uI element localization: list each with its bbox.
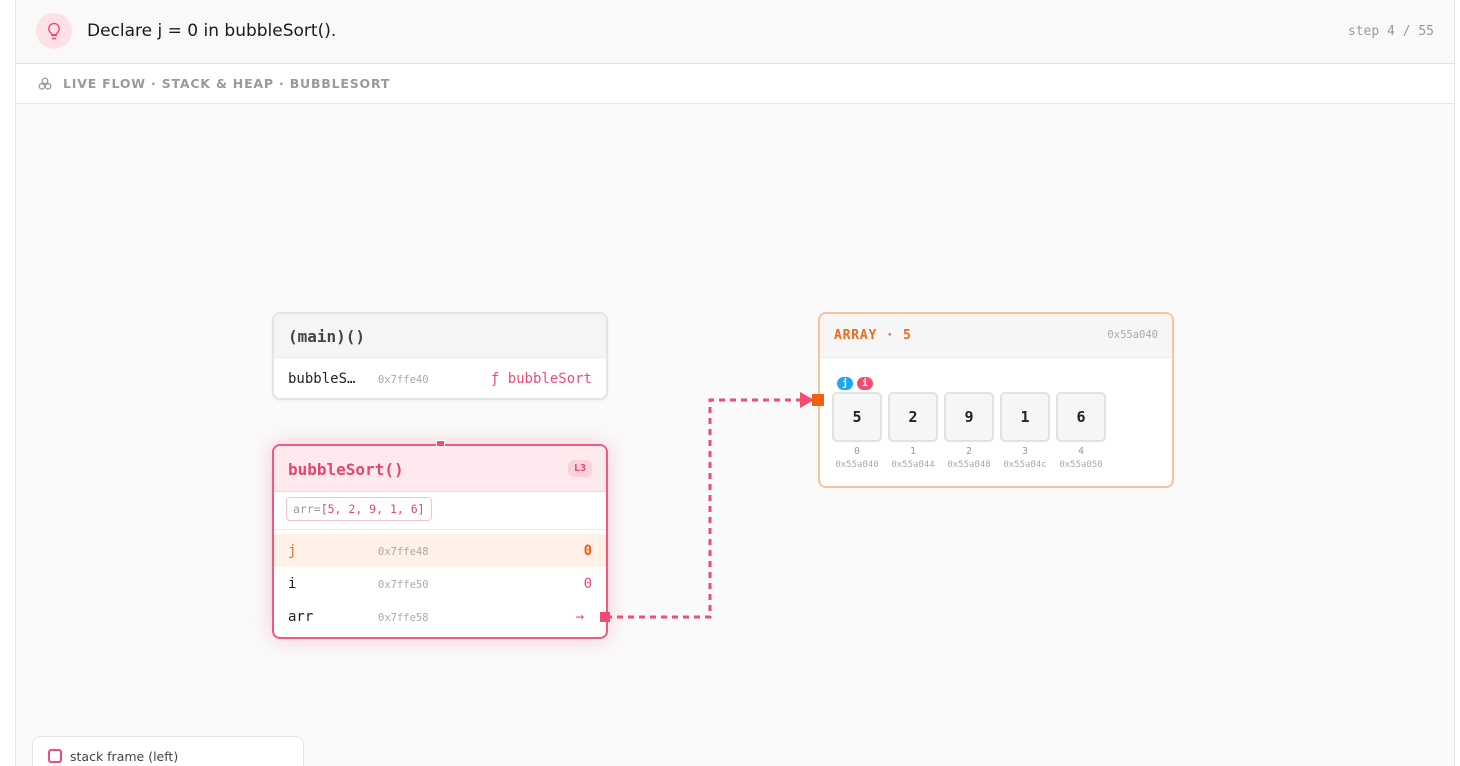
cell-index: 1 <box>909 446 917 457</box>
pointer-arrow-glyph: → <box>575 609 584 625</box>
cell-address: 0x55a044 <box>891 460 935 470</box>
array-address: 0x55a040 <box>1107 329 1158 341</box>
heap-array-object[interactable]: ARRAY · 5 0x55a040 j i 5 0 0x55a040 2 1 … <box>818 312 1174 488</box>
step-description: Declare j = 0 in bubbleSort(). <box>87 21 337 41</box>
pointer-target-handle[interactable] <box>812 394 824 406</box>
pointer-badges: j i <box>837 377 874 390</box>
legend: stack frame (left) <box>32 736 304 766</box>
variable-row[interactable]: bubbleS… 0x7ffe40 ƒ bubbleSort <box>274 362 606 395</box>
variable-row-arr[interactable]: arr 0x7ffe58 → <box>274 600 606 633</box>
variable-address: 0x7ffe48 <box>378 546 429 558</box>
variable-row-i[interactable]: i 0x7ffe50 0 <box>274 567 606 600</box>
array-title: ARRAY · 5 <box>834 328 912 343</box>
flow-canvas[interactable]: (main)() bubbleS… 0x7ffe40 ƒ bubbleSort … <box>16 104 1454 766</box>
cell-index: 0 <box>853 446 861 457</box>
variable-value: 0 <box>583 576 592 592</box>
arg-name: arr= <box>293 502 321 516</box>
frame-header: bubbleSort() L3 <box>274 446 606 492</box>
variable-row-j[interactable]: j 0x7ffe48 0 <box>274 534 606 567</box>
arg-chip: arr=[5, 2, 9, 1, 6] <box>286 497 432 521</box>
variable-value: ƒ bubbleSort <box>490 371 592 387</box>
main-stack-frame[interactable]: (main)() bubbleS… 0x7ffe40 ƒ bubbleSort <box>272 312 608 400</box>
array-cell[interactable]: 9 2 0x55a048 <box>944 392 994 470</box>
legend-label: stack frame (left) <box>70 749 179 764</box>
cell-value: 2 <box>888 392 938 442</box>
array-cells: 5 0 0x55a040 2 1 0x55a044 9 2 0x55a048 1… <box>832 392 1106 470</box>
variable-name: bubbleS… <box>288 371 356 387</box>
array-cell[interactable]: 6 4 0x55a050 <box>1056 392 1106 470</box>
view-title: LIVE FLOW · STACK & HEAP · BUBBLESORT <box>63 76 391 91</box>
args-row: arr=[5, 2, 9, 1, 6] <box>274 492 606 530</box>
cell-index: 3 <box>1021 446 1029 457</box>
cell-index: 2 <box>965 446 973 457</box>
pointer-source-handle[interactable] <box>600 612 610 622</box>
cell-index: 4 <box>1077 446 1085 457</box>
array-cell[interactable]: 2 1 0x55a044 <box>888 392 938 470</box>
cell-address: 0x55a040 <box>835 460 879 470</box>
variable-value: 0 <box>583 543 592 559</box>
cell-value: 1 <box>1000 392 1050 442</box>
line-badge: L3 <box>567 460 592 477</box>
variable-name: j <box>288 543 297 559</box>
app-shell: Declare j = 0 in bubbleSort(). step 4 / … <box>15 0 1455 766</box>
step-header: Declare j = 0 in bubbleSort(). step 4 / … <box>16 0 1454 64</box>
frame-header: (main)() <box>274 314 606 358</box>
arg-value: [5, 2, 9, 1, 6] <box>320 502 425 516</box>
pointer-badge-j: j <box>837 377 854 390</box>
cell-value: 9 <box>944 392 994 442</box>
cubes-icon <box>38 77 52 90</box>
variable-address: 0x7ffe50 <box>378 579 429 591</box>
cell-address: 0x55a04c <box>1003 460 1047 470</box>
variables-list: j 0x7ffe48 0 i 0x7ffe50 0 arr 0x7ffe58 → <box>274 530 606 633</box>
array-cell[interactable]: 5 0 0x55a040 <box>832 392 882 470</box>
variable-address: 0x7ffe58 <box>378 612 429 624</box>
variable-name: i <box>288 576 297 592</box>
array-header: ARRAY · 5 0x55a040 <box>820 314 1172 358</box>
frame-title: (main)() <box>288 327 366 346</box>
bubblesort-stack-frame[interactable]: bubbleSort() L3 arr=[5, 2, 9, 1, 6] j 0x… <box>272 440 608 639</box>
stack-frame-swatch <box>48 749 62 763</box>
cell-address: 0x55a048 <box>947 460 991 470</box>
array-cell[interactable]: 1 3 0x55a04c <box>1000 392 1050 470</box>
variable-address: 0x7ffe40 <box>378 374 429 386</box>
pointer-badge-i: i <box>857 377 874 390</box>
variable-name: arr <box>288 609 314 625</box>
lightbulb-icon <box>36 13 72 49</box>
frame-title: bubbleSort() <box>288 460 404 479</box>
cell-value: 6 <box>1056 392 1106 442</box>
cell-address: 0x55a050 <box>1059 460 1103 470</box>
pointer-arrow <box>606 392 814 619</box>
step-counter: step 4 / 55 <box>1347 24 1434 39</box>
view-subheader: LIVE FLOW · STACK & HEAP · BUBBLESORT <box>16 64 1454 104</box>
cell-value: 5 <box>832 392 882 442</box>
